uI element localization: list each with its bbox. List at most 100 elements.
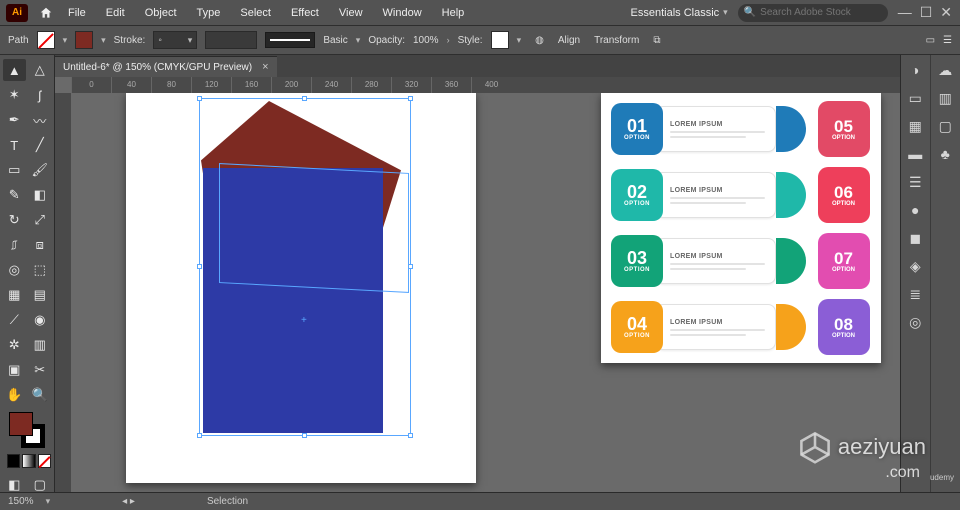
workspace-selector[interactable]: Essentials Classic ▾ [631,7,728,19]
blend-tool[interactable]: ◉ [29,309,52,331]
status-bar: 150%▾ ◂ ▸ Selection [0,492,960,510]
toolbox: ▲△ ✶ʃ ✒〰 T╱ ▭🖌 ✎◧ ↻⤢ ⎎⧈ ◎⬚ ▦▤ ⟋◉ ✲▥ ▣✂ ✋… [0,55,55,492]
prefs-icon[interactable]: ☰ [943,35,952,46]
magic-wand-tool[interactable]: ✶ [3,84,26,106]
eyedropper-tool[interactable]: ⟋ [3,309,26,331]
curvature-tool[interactable]: 〰 [29,109,52,131]
list-item: 08OPTION [816,299,871,355]
option-tail [776,106,806,152]
rectangle-tool[interactable]: ▭ [3,159,26,181]
lasso-tool[interactable]: ʃ [29,84,52,106]
shape-builder-tool[interactable]: ◎ [3,259,26,281]
menu-view[interactable]: View [339,7,363,19]
fill-stroke-control[interactable] [9,412,45,448]
links-panel-icon[interactable]: ♣ [936,145,954,163]
workspace-name: Essentials Classic [631,7,720,19]
none-mode[interactable] [38,454,51,468]
list-item: 07OPTION [816,233,871,289]
slice-tool[interactable]: ✂ [29,359,52,381]
stroke-panel-icon[interactable]: ● [906,201,924,219]
type-tool[interactable]: T [3,134,26,156]
libraries-panel-icon[interactable]: ☁ [936,61,954,79]
isolate-icon[interactable]: ⧉ [653,35,660,46]
close-tab-icon[interactable]: × [262,61,268,73]
zoom-tool[interactable]: 🔍 [29,384,52,406]
list-item: 05OPTION [816,101,871,157]
free-transform-tool[interactable]: ⧈ [29,234,52,256]
solid-mode[interactable] [7,454,20,468]
maximize-icon[interactable]: ☐ [920,4,933,21]
gradient-panel-icon[interactable]: ◼ [906,229,924,247]
menu-edit[interactable]: Edit [106,7,125,19]
variable-width[interactable] [205,31,257,49]
scale-tool[interactable]: ⤢ [29,209,52,231]
hand-tool[interactable]: ✋ [3,384,26,406]
line-tool[interactable]: ╱ [29,134,52,156]
gradient-tool[interactable]: ▤ [29,284,52,306]
watermark: aeziyuan [798,430,926,464]
properties-panel-icon[interactable]: ▭ [906,89,924,107]
menu-object[interactable]: Object [145,7,177,19]
align-label[interactable]: Align [558,35,580,46]
artboards-panel-icon[interactable]: ▢ [936,117,954,135]
fill-swatch[interactable] [37,31,55,49]
recolor-icon[interactable]: ◍ [535,35,544,46]
layers-panel-icon[interactable]: ≣ [906,285,924,303]
document-tabs: Untitled-6* @ 150% (CMYK/GPU Preview) × [55,55,960,77]
canvas-workspace: 04080120160200240280320360400 + 01OPTION… [55,77,900,492]
brush-definition[interactable] [265,32,315,48]
opacity-value[interactable]: 100% [413,35,439,46]
artboard-tool[interactable]: ▣ [3,359,26,381]
transparency-panel-icon[interactable]: ◈ [906,257,924,275]
stroke-weight[interactable]: ◦▾ [153,31,197,49]
menu-help[interactable]: Help [442,7,465,19]
search-input[interactable] [760,7,882,18]
doc-setup-icon[interactable]: ▭ [926,35,935,46]
asset-panel-icon[interactable]: ▥ [936,89,954,107]
shaper-tool[interactable]: ✎ [3,184,26,206]
eraser-tool[interactable]: ◧ [29,184,52,206]
current-tool: Selection [207,496,248,507]
selection-tool[interactable]: ▲ [3,59,26,81]
option-body: LOREM IPSUM [655,106,776,152]
mesh-tool[interactable]: ▦ [3,284,26,306]
paintbrush-tool[interactable]: 🖌 [29,159,52,181]
style-swatch[interactable] [491,31,509,49]
stock-search[interactable]: 🔍 [738,4,888,22]
chevron-right-icon[interactable]: › [447,35,450,45]
width-tool[interactable]: ⎎ [3,234,26,256]
transform-label[interactable]: Transform [594,35,639,46]
home-icon[interactable] [38,6,54,20]
brushes-panel-icon[interactable]: ▬ [906,145,924,163]
rotate-tool[interactable]: ↻ [3,209,26,231]
corner-tag: udemy [930,473,954,482]
app-badge: Ai [6,4,28,22]
fill-box[interactable] [9,412,33,436]
document-tab[interactable]: Untitled-6* @ 150% (CMYK/GPU Preview) × [55,56,277,77]
pen-tool[interactable]: ✒ [3,109,26,131]
swatches-panel-icon[interactable]: ▦ [906,117,924,135]
close-icon[interactable]: ✕ [940,4,952,21]
perspective-tool[interactable]: ⬚ [29,259,52,281]
symbols-panel-icon[interactable]: ☰ [906,173,924,191]
direct-selection-tool[interactable]: △ [29,59,52,81]
canvas[interactable]: + 01OPTION LOREM IPSUM 02OPTION LOREM IP… [71,93,900,492]
stroke-swatch[interactable] [75,31,93,49]
symbol-sprayer-tool[interactable]: ✲ [3,334,26,356]
list-item: 02OPTION LOREM IPSUM [611,167,806,223]
control-bar: Path ▾ ▾ Stroke: ◦▾ Basic▾ Opacity: 100%… [0,25,960,55]
menu-file[interactable]: File [68,7,86,19]
graph-tool[interactable]: ▥ [29,334,52,356]
menu-select[interactable]: Select [240,7,271,19]
menu-window[interactable]: Window [383,7,422,19]
search-icon: 🔍 [744,7,756,18]
gradient-mode[interactable] [22,454,35,468]
minimize-icon[interactable]: — [898,4,912,21]
menu-effect[interactable]: Effect [291,7,319,19]
menu-type[interactable]: Type [197,7,221,19]
cube-icon [798,430,832,464]
list-item: 03OPTION LOREM IPSUM [611,233,806,289]
zoom-level[interactable]: 150% [8,496,34,507]
color-panel-icon[interactable]: ◑ [906,61,924,79]
appearance-panel-icon[interactable]: ◎ [906,313,924,331]
